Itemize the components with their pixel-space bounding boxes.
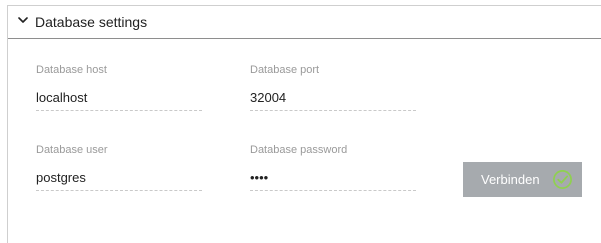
database-user-input[interactable] bbox=[36, 165, 202, 191]
database-settings-panel: Database settings bbox=[7, 5, 601, 243]
database-host-label: Database host bbox=[36, 64, 107, 76]
database-password-input[interactable] bbox=[250, 165, 416, 191]
section-title: Database settings bbox=[35, 14, 148, 30]
database-settings-header[interactable]: Database settings bbox=[8, 6, 601, 39]
connect-button[interactable]: Verbinden bbox=[463, 162, 582, 197]
chevron-down-icon bbox=[18, 17, 28, 23]
database-host-input[interactable] bbox=[36, 85, 202, 111]
database-port-label: Database port bbox=[250, 64, 320, 76]
database-user-label: Database user bbox=[36, 144, 108, 156]
connect-button-label: Verbinden bbox=[481, 172, 540, 187]
database-password-label: Database password bbox=[250, 144, 348, 156]
check-circle-icon bbox=[553, 170, 572, 189]
database-port-input[interactable] bbox=[250, 85, 416, 111]
